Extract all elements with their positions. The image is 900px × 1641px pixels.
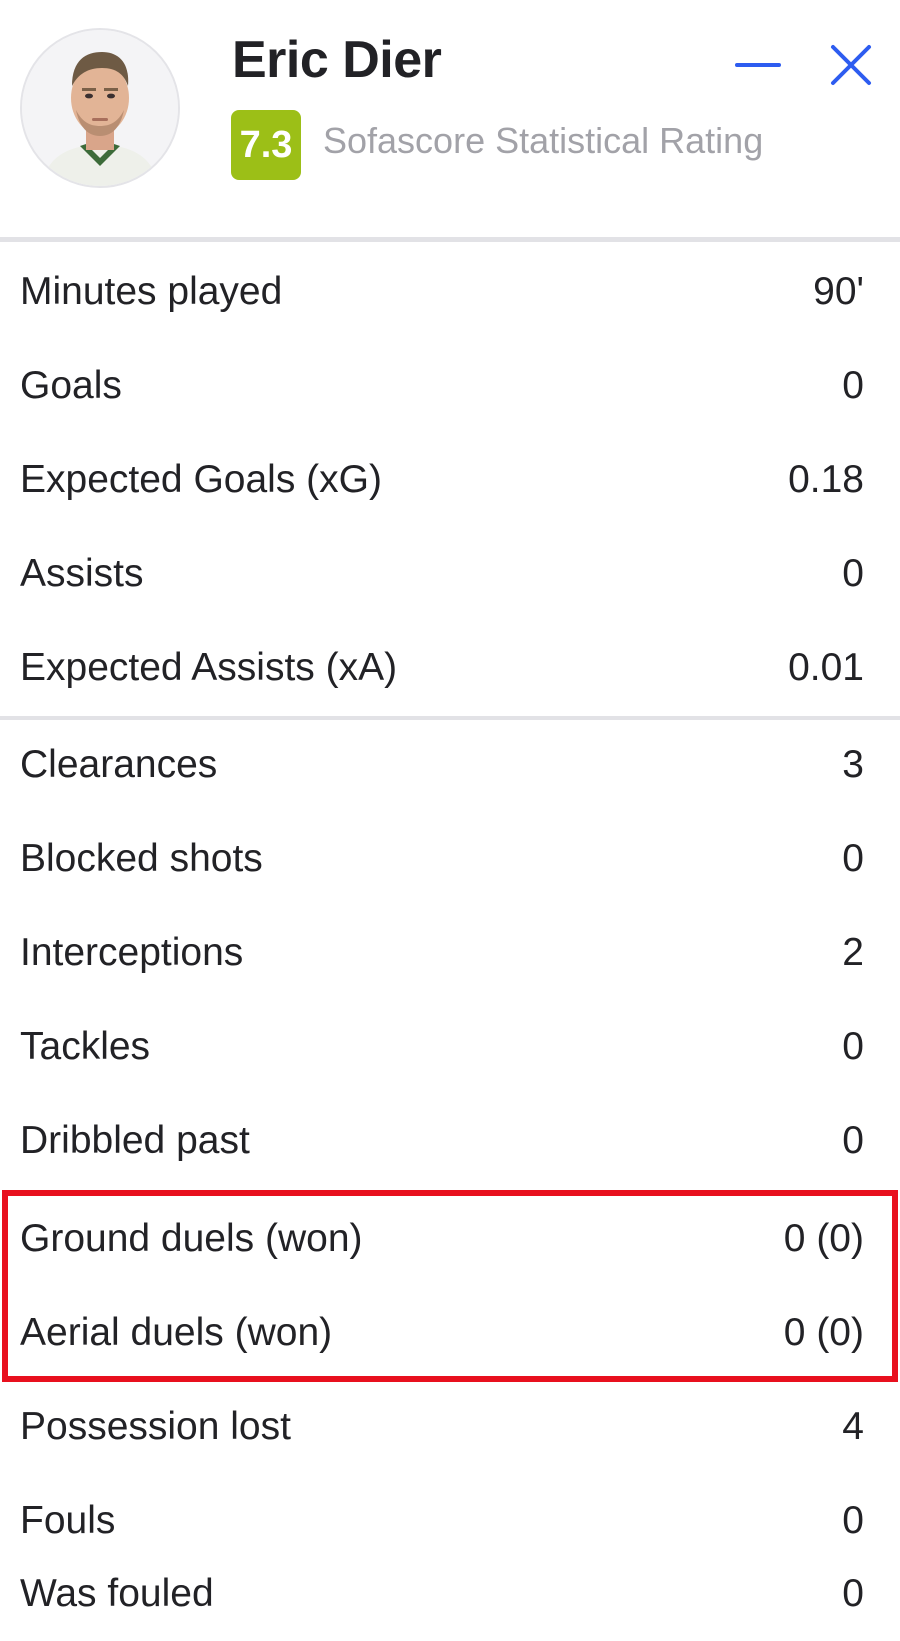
stat-row-blocked-shots: Blocked shots 0 <box>0 812 900 906</box>
stat-row-interceptions: Interceptions 2 <box>0 906 900 1000</box>
stat-value: 0 <box>842 1499 864 1542</box>
stat-label: Expected Goals (xG) <box>20 458 382 501</box>
stat-value: 0 <box>842 1572 864 1615</box>
stat-label: Minutes played <box>20 270 283 313</box>
stat-value: 0.18 <box>788 458 864 501</box>
stat-value: 0 (0) <box>783 1311 864 1354</box>
stat-label: Dribbled past <box>20 1119 250 1162</box>
stat-label: Assists <box>20 552 144 595</box>
player-photo <box>22 30 178 186</box>
stat-value: 0 <box>842 1025 864 1068</box>
stat-label: Interceptions <box>20 931 244 974</box>
stat-value: 0 <box>842 364 864 407</box>
stat-value: 4 <box>842 1405 864 1448</box>
minimize-button[interactable] <box>731 38 785 92</box>
close-button[interactable] <box>824 38 878 92</box>
stat-row-possession-lost: Possession lost 4 <box>0 1380 900 1474</box>
minus-icon <box>735 63 781 67</box>
stat-label: Possession lost <box>20 1405 291 1448</box>
stat-row-aerial-duels: Aerial duels (won) 0 (0) <box>0 1286 900 1380</box>
rating-badge: 7.3 <box>231 110 301 180</box>
stat-label: Expected Assists (xA) <box>20 646 398 689</box>
player-avatar <box>20 28 180 188</box>
rating-label: Sofascore Statistical Rating <box>323 120 764 161</box>
stat-label: Blocked shots <box>20 837 263 880</box>
stat-row-assists: Assists 0 <box>0 527 900 621</box>
stat-value: 0 <box>842 1119 864 1162</box>
stat-label: Tackles <box>20 1025 151 1068</box>
stat-label: Ground duels (won) <box>20 1217 363 1260</box>
stat-value: 0 <box>842 552 864 595</box>
stat-label: Fouls <box>20 1499 116 1542</box>
stat-row-clearances: Clearances 3 <box>0 718 900 812</box>
close-icon <box>831 45 871 85</box>
stat-value: 0 (0) <box>783 1217 864 1260</box>
header-divider <box>0 237 900 242</box>
stat-value: 2 <box>842 931 864 974</box>
stat-label: Was fouled <box>20 1572 214 1615</box>
stat-label: Clearances <box>20 743 218 786</box>
stat-label: Goals <box>20 364 122 407</box>
stat-row-was-fouled: Was fouled 0 <box>0 1547 900 1641</box>
player-name: Eric Dier <box>232 31 442 89</box>
player-header: Eric Dier 7.3 Sofascore Statistical Rati… <box>0 0 900 240</box>
stat-row-minutes-played: Minutes played 90' <box>0 245 900 339</box>
stat-row-goals: Goals 0 <box>0 339 900 433</box>
stat-row-expected-goals: Expected Goals (xG) 0.18 <box>0 433 900 527</box>
stat-value: 0.01 <box>788 646 864 689</box>
stat-row-dribbled-past: Dribbled past 0 <box>0 1094 900 1188</box>
stat-row-ground-duels: Ground duels (won) 0 (0) <box>0 1192 900 1286</box>
stat-row-tackles: Tackles 0 <box>0 1000 900 1094</box>
stat-row-expected-assists: Expected Assists (xA) 0.01 <box>0 621 900 715</box>
stat-value: 90' <box>813 270 864 313</box>
stat-value: 0 <box>842 837 864 880</box>
stat-value: 3 <box>842 743 864 786</box>
stat-label: Aerial duels (won) <box>20 1311 333 1354</box>
